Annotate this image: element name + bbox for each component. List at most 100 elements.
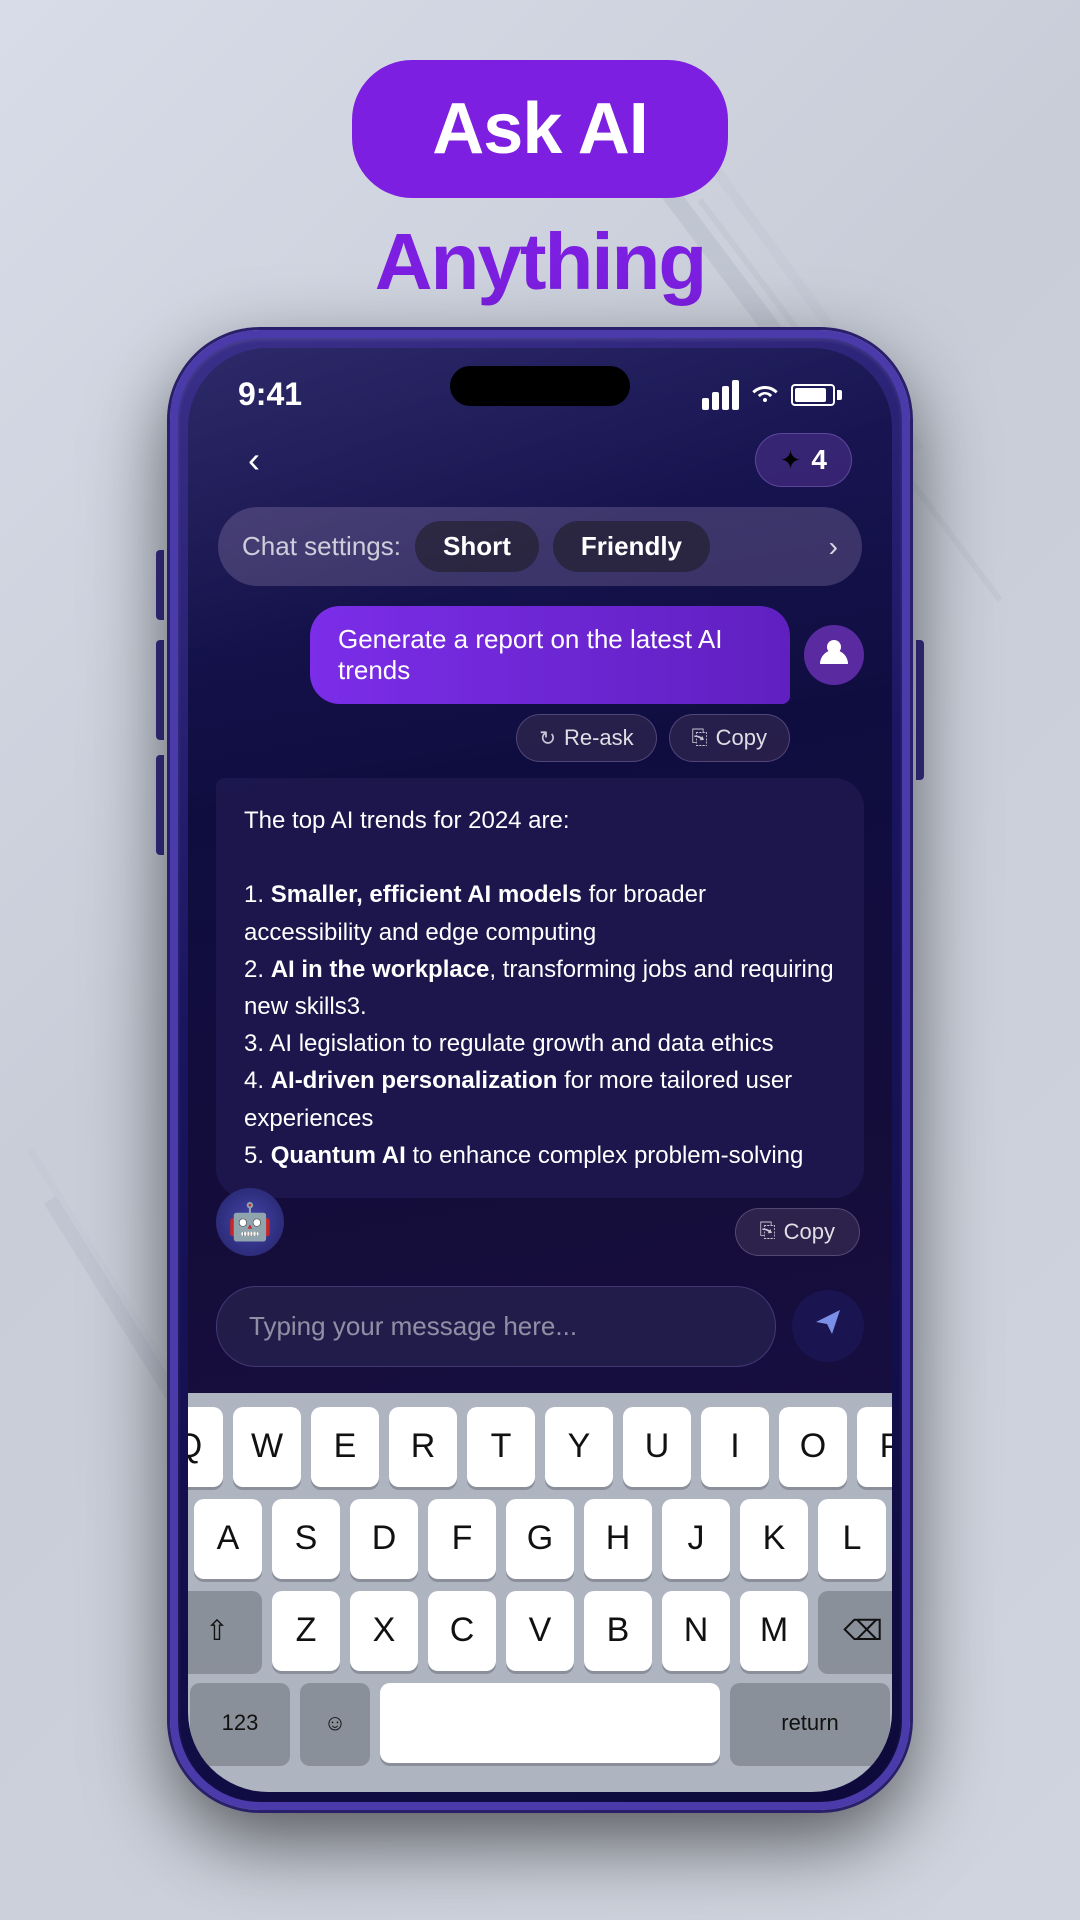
copy-ai-label: Copy xyxy=(784,1219,835,1245)
reask-label: Re-ask xyxy=(564,725,634,751)
ai-message-container: The top AI trends for 2024 are: 1. Small… xyxy=(216,778,864,1198)
user-avatar xyxy=(804,625,864,685)
key-c[interactable]: C xyxy=(428,1591,496,1671)
user-avatar-icon xyxy=(817,634,851,676)
space-key[interactable] xyxy=(380,1683,720,1763)
key-f[interactable]: F xyxy=(428,1499,496,1579)
key-m[interactable]: M xyxy=(740,1591,808,1671)
phone-mockup: 9:41 xyxy=(170,330,910,1810)
header-area: Ask AI Anything xyxy=(0,60,1080,308)
key-d[interactable]: D xyxy=(350,1499,418,1579)
ai-item-2: 2. AI in the workplace, transforming job… xyxy=(244,956,834,1020)
signal-icon xyxy=(702,380,739,410)
key-q[interactable]: Q xyxy=(188,1407,223,1487)
nav-bar: ‹ ✦ 4 xyxy=(188,413,892,507)
copy-user-button[interactable]: ⎘ Copy xyxy=(669,714,790,762)
keyboard: Q W E R T Y U I O P A S D F G xyxy=(188,1393,892,1792)
input-area: Typing your message here... xyxy=(188,1266,892,1387)
keyboard-row-2: A S D F G H J K L xyxy=(198,1499,882,1579)
chat-area: Generate a report on the latest AI trend… xyxy=(188,606,892,1256)
ai-message-wrapper: The top AI trends for 2024 are: 1. Small… xyxy=(216,778,864,1256)
key-a[interactable]: A xyxy=(194,1499,262,1579)
ai-response-text: The top AI trends for 2024 are: 1. Small… xyxy=(244,802,836,1174)
send-icon xyxy=(812,1306,844,1346)
key-v[interactable]: V xyxy=(506,1591,574,1671)
phone-side-btn-1 xyxy=(156,550,164,620)
ai-item-4: 4. AI-driven personalization for more ta… xyxy=(244,1067,792,1131)
ai-avatar-icon: 🤖 xyxy=(228,1201,273,1243)
phone-side-btn-2 xyxy=(156,640,164,740)
key-t[interactable]: T xyxy=(467,1407,535,1487)
dynamic-island xyxy=(450,366,630,406)
user-bubble: Generate a report on the latest AI trend… xyxy=(310,606,790,704)
wifi-icon xyxy=(749,379,781,411)
copy-ai-icon: ⎘ xyxy=(760,1220,776,1243)
ai-item-1: 1. Smaller, efficient AI models for broa… xyxy=(244,881,706,945)
key-i[interactable]: I xyxy=(701,1407,769,1487)
numbers-key[interactable]: 123 xyxy=(190,1683,290,1763)
ai-item-3: 3. AI legislation to regulate growth and… xyxy=(244,1030,774,1057)
copy-ai-button[interactable]: ⎘ Copy xyxy=(735,1208,860,1256)
key-o[interactable]: O xyxy=(779,1407,847,1487)
reask-icon: ↻ xyxy=(539,726,556,751)
emoji-key[interactable]: ☺ xyxy=(300,1683,370,1763)
keyboard-row-3: ⇧ Z X C V B N M ⌫ xyxy=(198,1591,882,1671)
ai-bubble: The top AI trends for 2024 are: 1. Small… xyxy=(216,778,864,1198)
key-p[interactable]: P xyxy=(857,1407,892,1487)
chat-settings-bar[interactable]: Chat settings: Short Friendly › xyxy=(218,507,862,586)
settings-arrow-icon: › xyxy=(829,531,838,563)
send-button[interactable] xyxy=(792,1290,864,1362)
message-actions: ↻ Re-ask ⎘ Copy xyxy=(516,714,790,762)
key-j[interactable]: J xyxy=(662,1499,730,1579)
user-message-container: Generate a report on the latest AI trend… xyxy=(216,606,864,762)
key-w[interactable]: W xyxy=(233,1407,301,1487)
copy-user-label: Copy xyxy=(716,725,767,751)
key-u[interactable]: U xyxy=(623,1407,691,1487)
key-e[interactable]: E xyxy=(311,1407,379,1487)
ask-ai-title: Ask AI xyxy=(432,89,647,169)
settings-label: Chat settings: xyxy=(242,531,401,562)
back-arrow-icon: ‹ xyxy=(248,439,260,481)
key-y[interactable]: Y xyxy=(545,1407,613,1487)
key-b[interactable]: B xyxy=(584,1591,652,1671)
return-key[interactable]: return xyxy=(730,1683,890,1763)
status-time: 9:41 xyxy=(238,376,302,413)
ai-avatar-row: 🤖 ⎘ Copy xyxy=(216,1188,864,1256)
settings-tag-short[interactable]: Short xyxy=(415,521,539,572)
phone-screen: 9:41 xyxy=(188,348,892,1792)
delete-key[interactable]: ⌫ xyxy=(818,1591,892,1671)
key-g[interactable]: G xyxy=(506,1499,574,1579)
sparkle-icon: ✦ xyxy=(780,445,802,476)
credits-badge[interactable]: ✦ 4 xyxy=(755,433,852,487)
ai-avatar: 🤖 xyxy=(216,1188,284,1256)
key-n[interactable]: N xyxy=(662,1591,730,1671)
key-l[interactable]: L xyxy=(818,1499,886,1579)
copy-user-icon: ⎘ xyxy=(692,727,708,750)
ask-ai-pill: Ask AI xyxy=(352,60,727,198)
key-z[interactable]: Z xyxy=(272,1591,340,1671)
phone-side-btn-right xyxy=(916,640,924,780)
keyboard-row-1: Q W E R T Y U I O P xyxy=(198,1407,882,1487)
settings-tag-friendly[interactable]: Friendly xyxy=(553,521,710,572)
status-icons xyxy=(702,379,842,411)
phone-body: 9:41 xyxy=(170,330,910,1810)
back-button[interactable]: ‹ xyxy=(228,434,280,486)
ai-intro: The top AI trends for 2024 are: xyxy=(244,807,570,834)
user-message-row: Generate a report on the latest AI trend… xyxy=(310,606,864,704)
ai-copy-row: ⎘ Copy xyxy=(300,1208,864,1256)
key-r[interactable]: R xyxy=(389,1407,457,1487)
ai-item-5: 5. Quantum AI to enhance complex problem… xyxy=(244,1142,803,1169)
battery-icon xyxy=(791,384,842,406)
key-k[interactable]: K xyxy=(740,1499,808,1579)
reask-button[interactable]: ↻ Re-ask xyxy=(516,714,656,762)
anything-title: Anything xyxy=(375,216,706,308)
phone-side-btn-3 xyxy=(156,755,164,855)
key-s[interactable]: S xyxy=(272,1499,340,1579)
message-input[interactable]: Typing your message here... xyxy=(216,1286,776,1367)
key-h[interactable]: H xyxy=(584,1499,652,1579)
credits-count: 4 xyxy=(811,444,827,476)
key-x[interactable]: X xyxy=(350,1591,418,1671)
input-placeholder: Typing your message here... xyxy=(249,1311,577,1341)
keyboard-row-4: 123 ☺ return xyxy=(198,1683,882,1763)
shift-key[interactable]: ⇧ xyxy=(188,1591,262,1671)
